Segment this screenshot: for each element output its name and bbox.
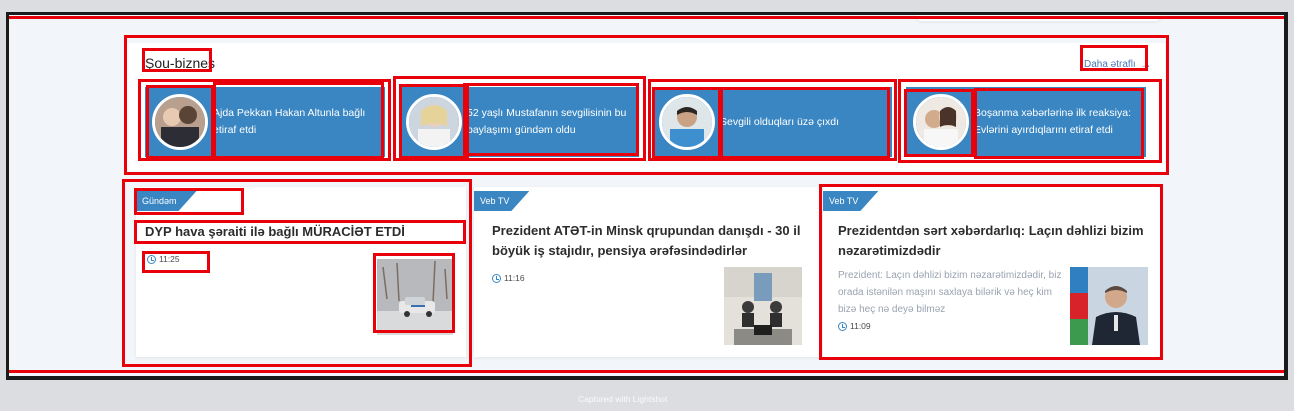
story-card-3[interactable]: Sevgili olduqları üzə çıxdı (652, 87, 892, 157)
story-card-2[interactable]: 52 yaşlı Mustafanın sevgilisinin bu payl… (399, 87, 639, 157)
story-text-1: Ajda Pekkan Hakan Altunla bağlı etiraf e… (213, 107, 366, 136)
clock-icon (147, 254, 156, 264)
news-card-2[interactable]: Veb TV Prezident ATƏT-in Minsk qrupundan… (474, 187, 819, 357)
news-title-1[interactable]: DYP hava şəraiti ilə bağlı MÜRACİƏT ETDİ (145, 222, 461, 242)
news-time-label-1: 11:25 (159, 254, 180, 264)
story-avatar-1 (152, 94, 208, 150)
section-title: Şou-biznes (145, 55, 216, 71)
news-time-label-3: 11:09 (850, 321, 871, 331)
news-time-label-2: 11:16 (504, 273, 525, 283)
news-title-2[interactable]: Prezident ATƏT-in Minsk qrupundan danışd… (492, 221, 802, 261)
top-widget-card (916, 15, 1161, 21)
news-excerpt-3: Prezident: Laçın dəhlizi bizim nəzarətim… (838, 270, 1062, 315)
news-card-3[interactable]: Veb TV Prezidentdən sərt xəbərdarlıq: La… (823, 187, 1161, 357)
news-thumbnail-2[interactable] (724, 267, 802, 345)
clock-icon (492, 273, 501, 283)
story-text-4: Boşanma xəbərlərinə ilk reaksiya: Evləri… (974, 107, 1131, 136)
clock-icon (838, 321, 847, 331)
news-card-1[interactable]: Gündəm DYP hava şəraiti ilə bağlı MÜRACİ… (136, 187, 466, 357)
news-time-3: 11:09 (838, 321, 871, 331)
news-title-3[interactable]: Prezidentdən sərt xəbərdarlıq: Laçın dəh… (838, 221, 1154, 261)
more-link-label: Daha ətraflı (1084, 58, 1136, 70)
category-tag: Gündəm (136, 191, 197, 211)
more-link[interactable]: Daha ətraflı → (1084, 57, 1152, 71)
story-card-1[interactable]: Ajda Pekkan Hakan Altunla bağlı etiraf e… (145, 87, 385, 157)
story-avatar-3 (659, 94, 715, 150)
story-card-4[interactable]: Boşanma xəbərlərinə ilk reaksiya: Evləri… (906, 87, 1146, 157)
story-avatar-4 (913, 94, 969, 150)
story-avatar-2 (406, 94, 462, 150)
capture-caption: Captured with Lightshot (578, 394, 668, 404)
page-canvas: Şou-biznes Daha ətraflı → Ajda Pekkan Ha… (9, 15, 1284, 376)
news-thumbnail-1[interactable] (377, 259, 453, 335)
arrow-right-icon: → (1139, 57, 1152, 71)
category-tag: Veb TV (823, 191, 878, 211)
news-time-1: 11:25 (147, 254, 180, 264)
category-tag: Veb TV (474, 191, 529, 211)
story-text-3: Sevgili olduqları üzə çıxdı (720, 115, 840, 128)
news-time-2: 11:16 (492, 273, 525, 283)
story-text-2: 52 yaşlı Mustafanın sevgilisinin bu payl… (467, 107, 627, 136)
news-thumbnail-3[interactable] (1070, 267, 1148, 345)
